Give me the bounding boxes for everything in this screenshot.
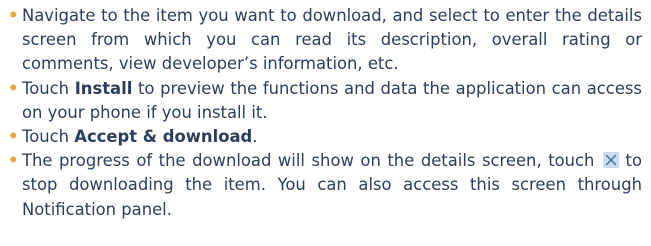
list-item-text: Navigate to the item you want to downloa… [22,6,642,74]
list-item: • Touch Accept & download. [8,125,642,149]
list-item: • Navigate to the item you want to downlo… [8,4,642,77]
list-item-suffix: . [252,127,258,147]
document-body: • Navigate to the item you want to downlo… [8,4,642,222]
list-item: • Touch Install to preview the functions … [8,77,642,125]
list-item: • The progress of the download will show … [8,149,642,222]
bullet-marker: • [8,151,19,171]
bullet-marker: • [8,78,19,98]
instruction-list: • Navigate to the item you want to downlo… [8,4,642,222]
close-icon [602,152,619,169]
list-item-prefix: The progress of the download will show o… [22,151,601,171]
list-item-prefix: Touch [22,127,75,147]
list-item-prefix: Touch [22,78,75,98]
bullet-marker: • [8,127,19,147]
accept-download-label: Accept & download [74,127,253,147]
bullet-marker: • [8,6,19,25]
install-label: Install [74,78,133,98]
